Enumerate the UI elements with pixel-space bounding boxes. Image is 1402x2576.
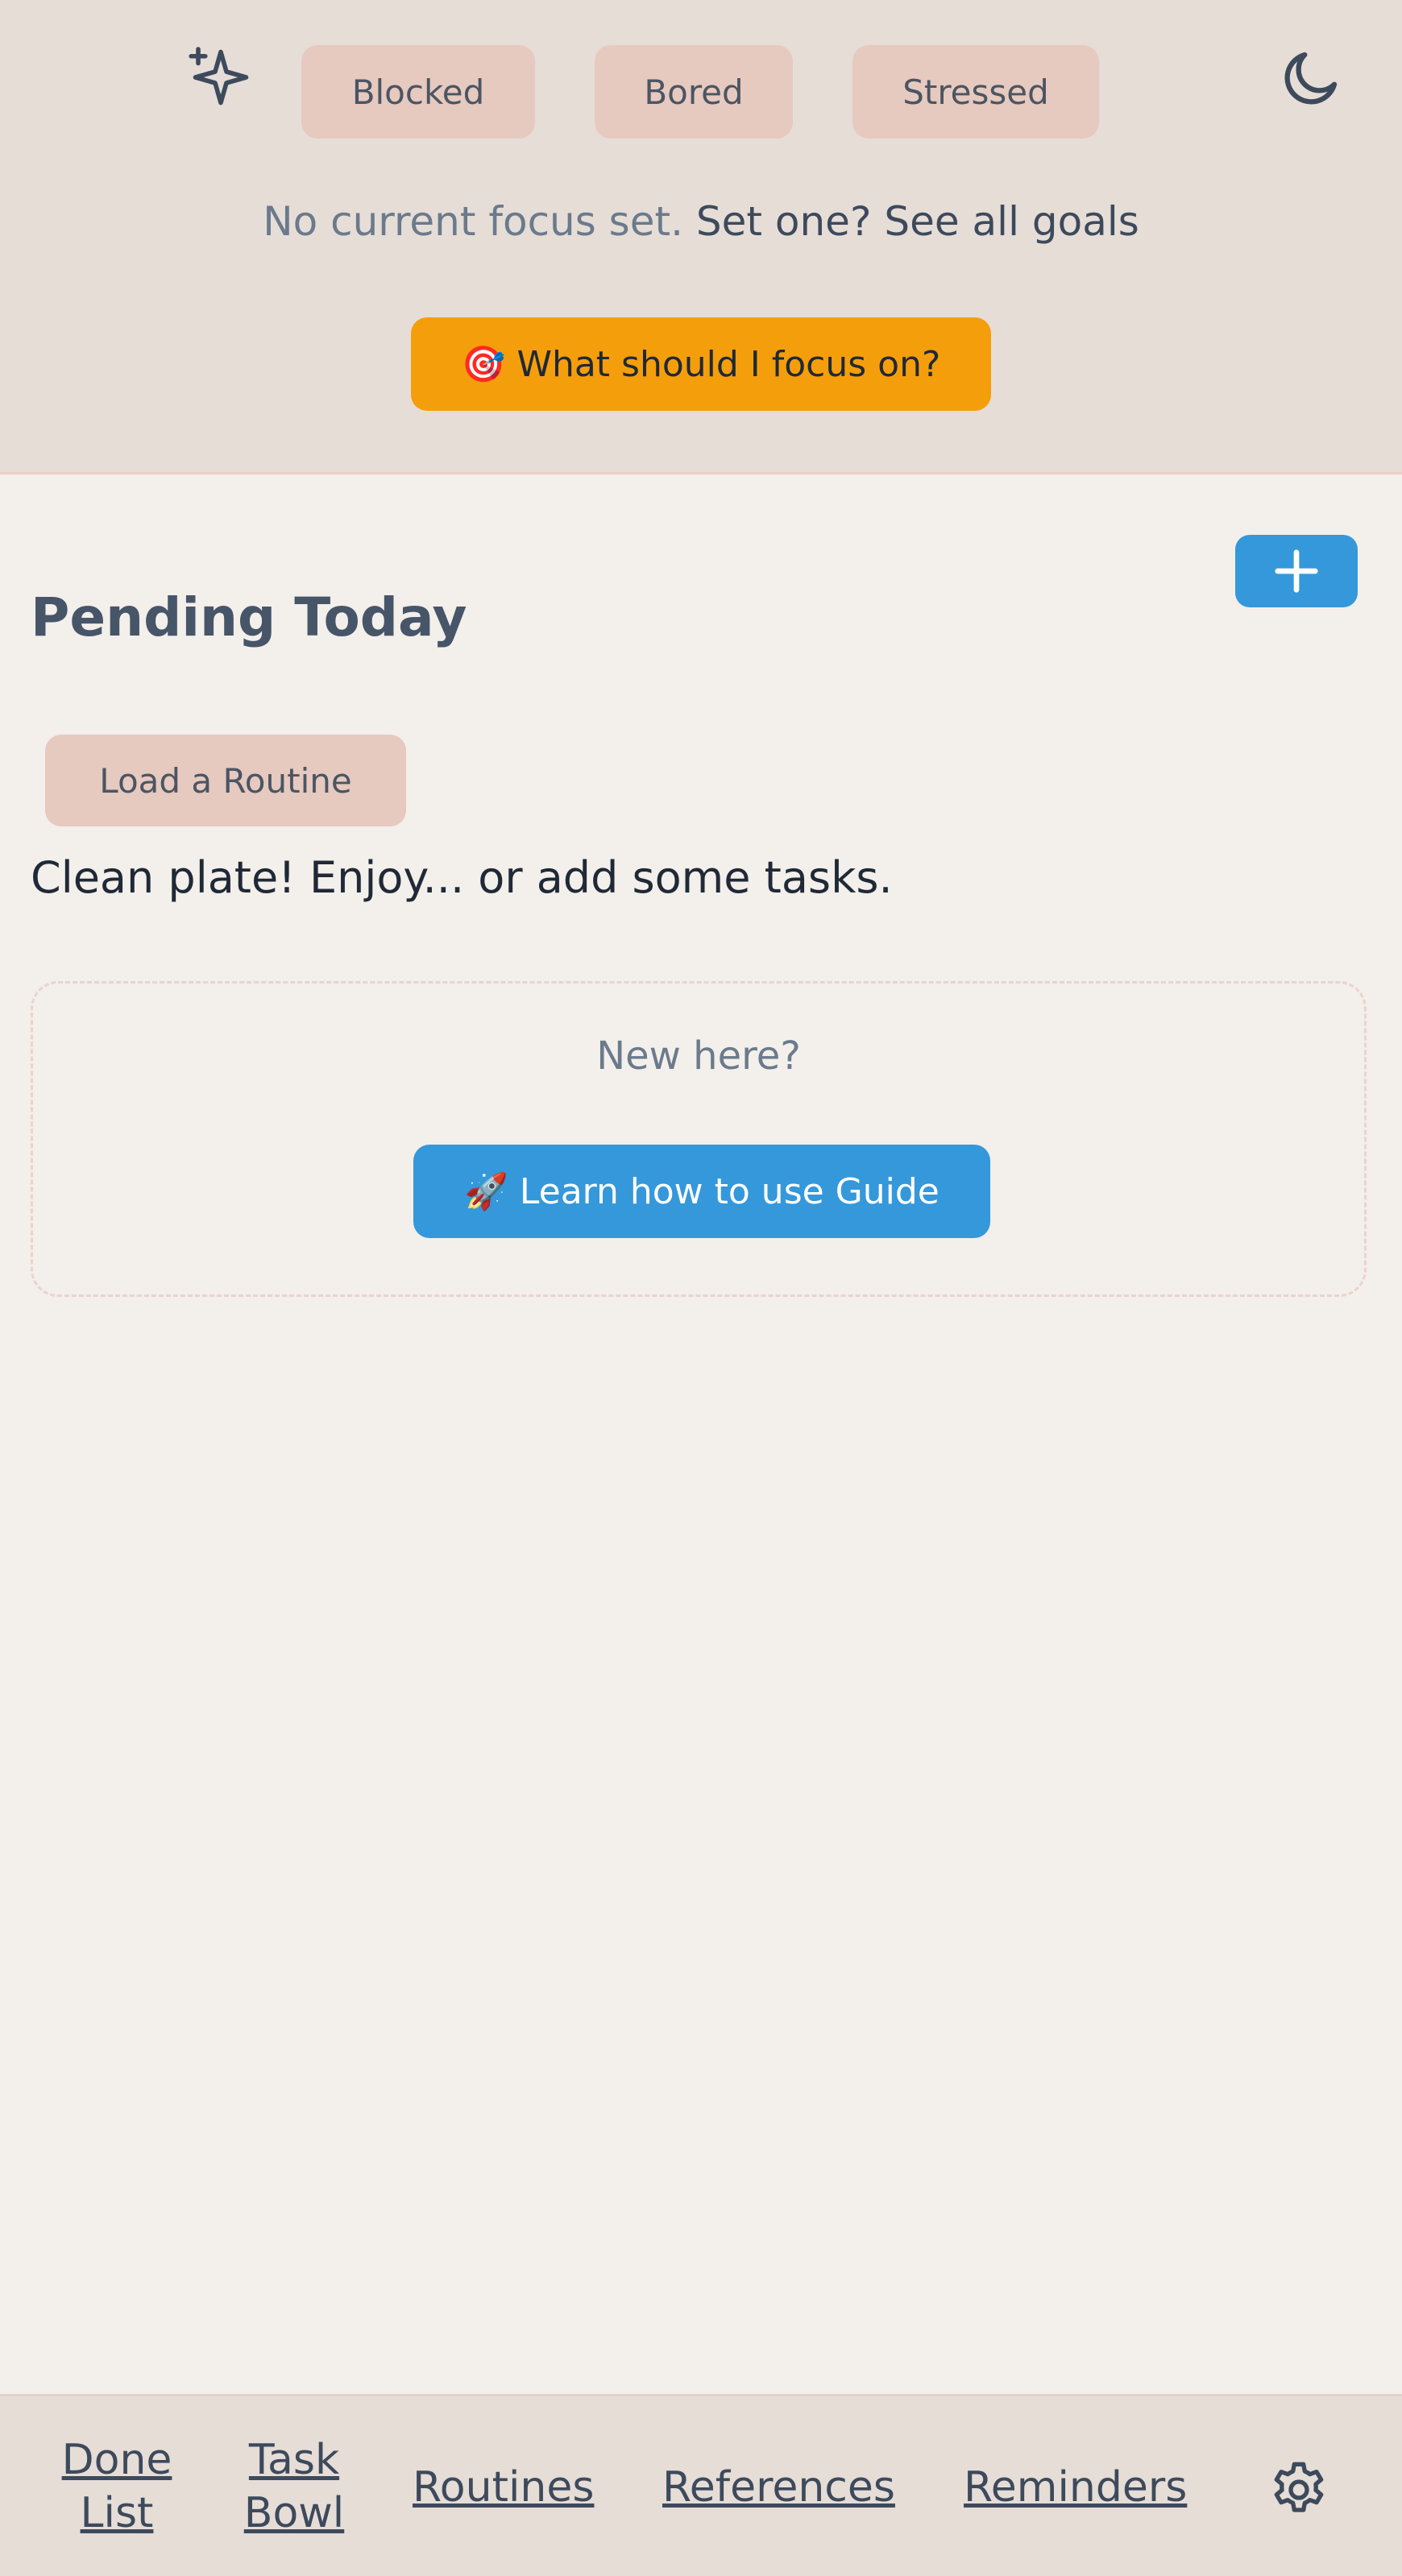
nav-done-list[interactable]: Done List [56, 2433, 177, 2540]
top-bar: Blocked Bored Stressed No current focus … [0, 0, 1402, 474]
what-to-focus-label: What should I focus on? [516, 343, 941, 385]
mood-bored-button[interactable]: Bored [595, 45, 793, 139]
mood-stressed-button[interactable]: Stressed [852, 45, 1099, 139]
gear-icon[interactable] [1267, 2458, 1331, 2522]
add-task-button[interactable] [1235, 535, 1358, 607]
nav-routines[interactable]: Routines [413, 2461, 594, 2514]
plus-icon [1275, 549, 1318, 593]
empty-state-message: Clean plate! Enjoy... or add some tasks. [31, 852, 893, 903]
what-to-focus-button[interactable]: 🎯 What should I focus on? [411, 317, 991, 411]
nav-references[interactable]: References [662, 2461, 895, 2514]
welcome-card: New here? 🚀 Learn how to use Guide [31, 981, 1367, 1297]
see-all-goals-link[interactable]: See all goals [884, 198, 1139, 245]
target-icon: 🎯 [461, 344, 506, 385]
welcome-text: New here? [596, 1033, 801, 1079]
rocket-icon: 🚀 [464, 1171, 508, 1212]
nav-task-bowl[interactable]: Task Bowl [234, 2433, 355, 2540]
bottom-nav: Done List Task Bowl Routines References … [0, 2394, 1402, 2576]
load-routine-button[interactable]: Load a Routine [45, 735, 406, 826]
nav-reminders[interactable]: Reminders [964, 2461, 1187, 2514]
sparkle-icon[interactable] [187, 43, 255, 111]
nav-task-bowl-line2: Bowl [243, 2489, 345, 2537]
nav-task-bowl-line1: Task [248, 2436, 340, 2484]
focus-status-text: No current focus set. [263, 198, 683, 245]
learn-guide-label: Learn how to use Guide [519, 1170, 940, 1212]
mood-blocked-button[interactable]: Blocked [301, 45, 535, 139]
focus-status-line: No current focus set. Set one? See all g… [0, 198, 1402, 245]
moon-icon[interactable] [1278, 43, 1346, 111]
set-focus-link[interactable]: Set one? [696, 198, 872, 245]
nav-done-list-line2: List [80, 2489, 154, 2537]
page-title: Pending Today [31, 586, 467, 648]
nav-done-list-line1: Done [61, 2436, 172, 2484]
learn-guide-button[interactable]: 🚀 Learn how to use Guide [413, 1145, 990, 1238]
